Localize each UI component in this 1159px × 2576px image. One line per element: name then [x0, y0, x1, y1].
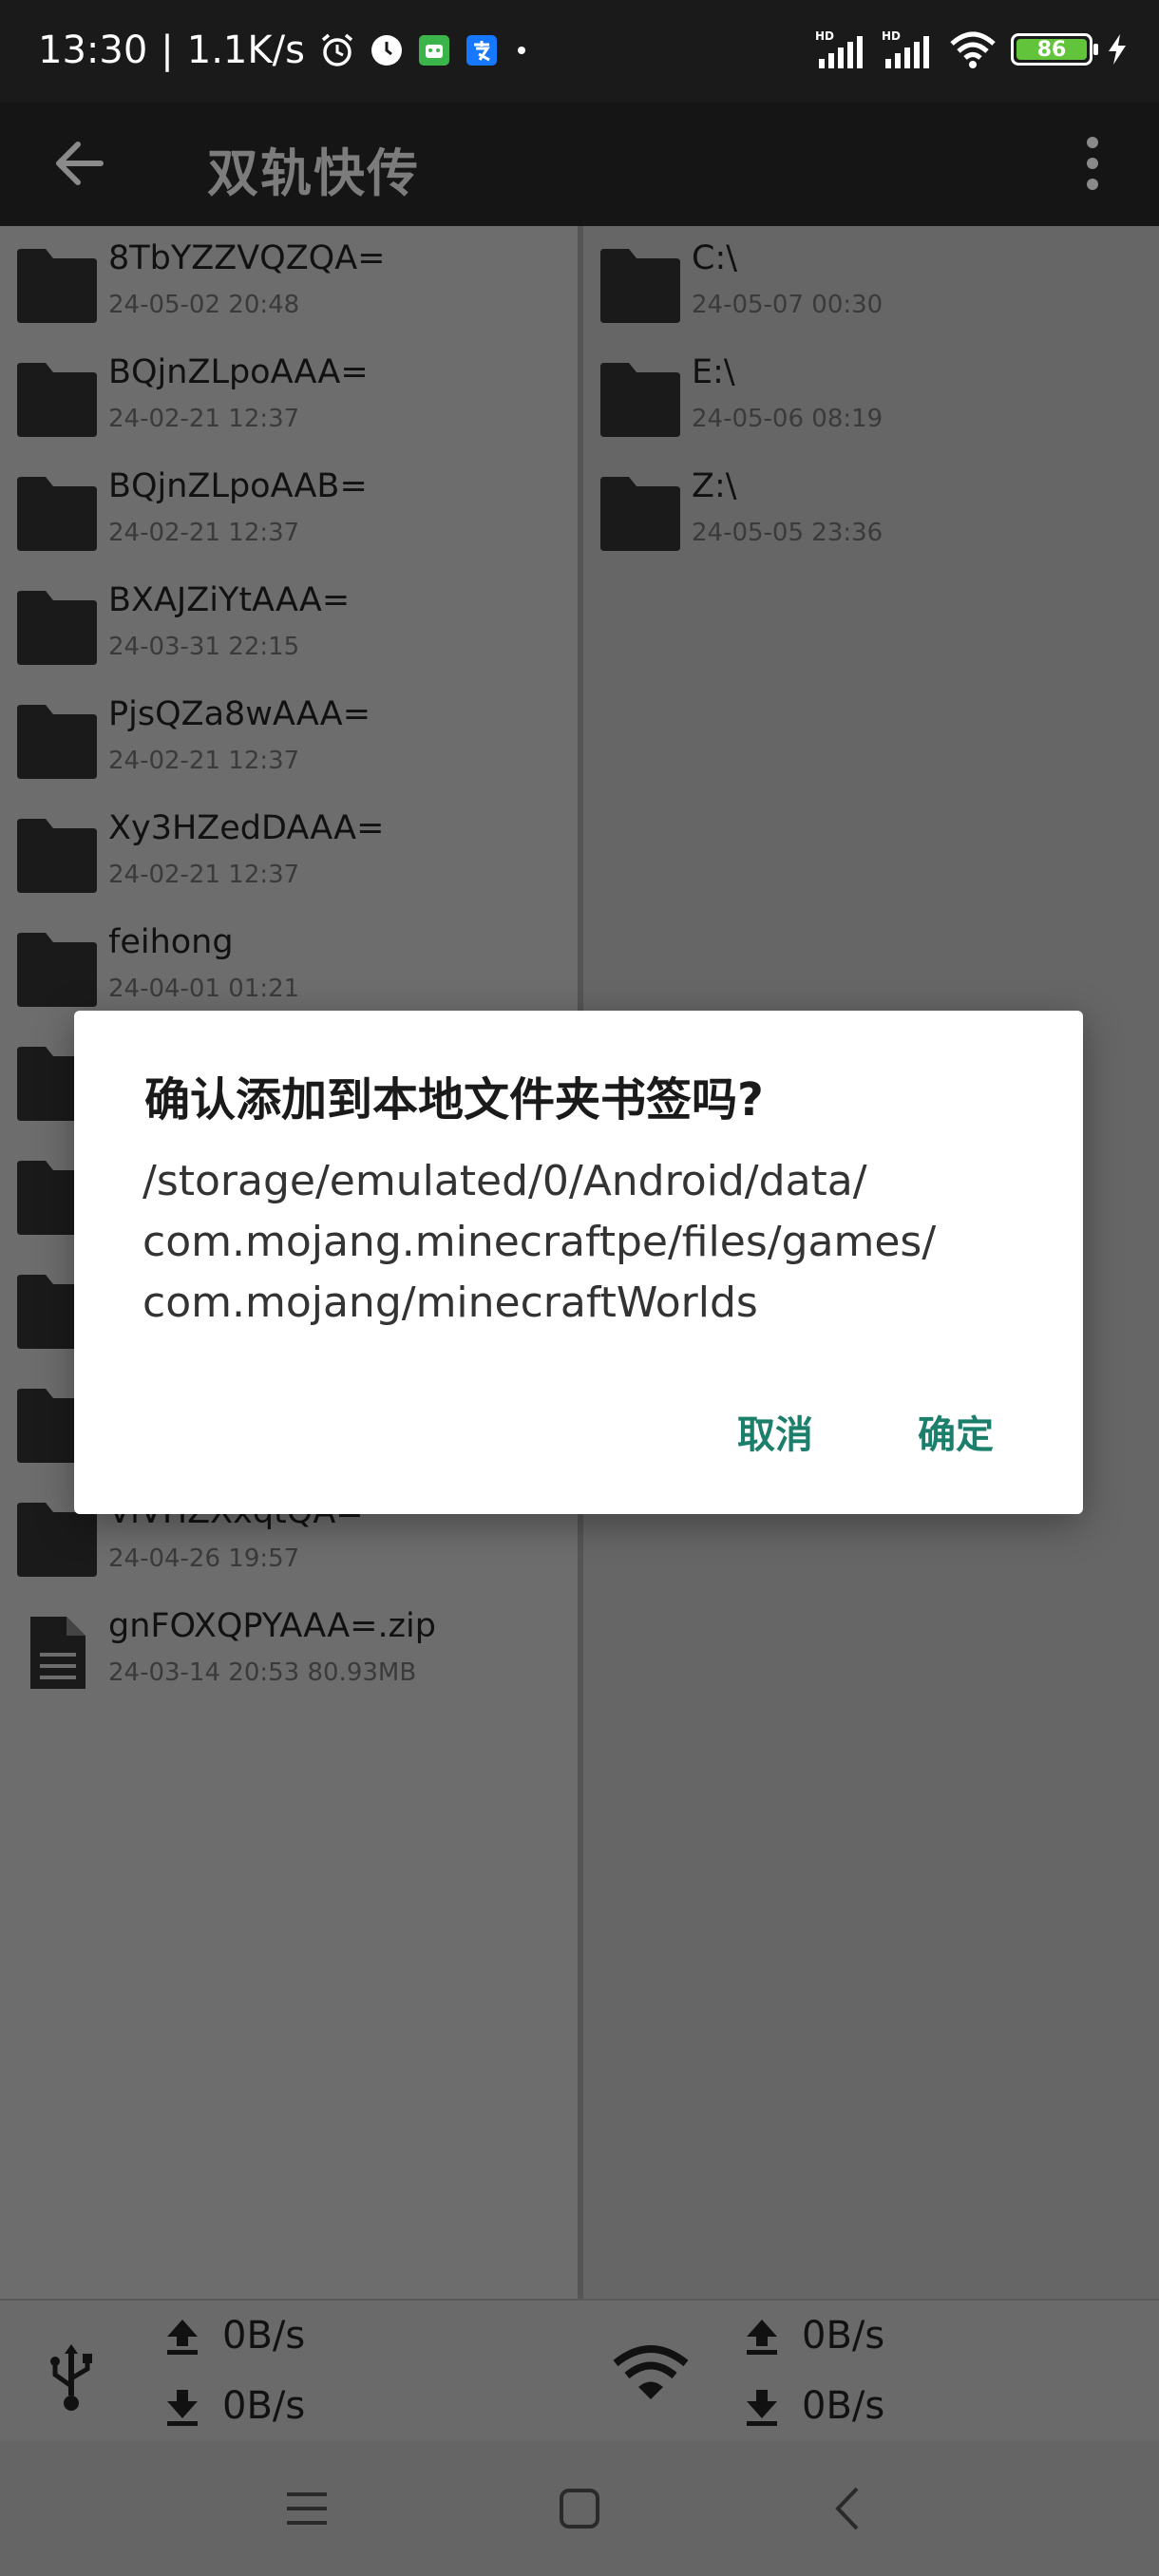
list-item[interactable]: 8TbYZZVQZQA= 24-05-02 20:48: [0, 226, 578, 340]
usb-icon: [50, 2344, 92, 2411]
download-arrow-icon: [167, 2390, 198, 2426]
svg-text:HD: HD: [882, 29, 901, 43]
folder-icon: [17, 477, 97, 551]
folder-icon: [17, 933, 97, 1007]
folder-icon: [17, 249, 97, 323]
system-nav-bar: [0, 2441, 1159, 2576]
item-name: BQjnZLpoAAA=: [108, 353, 369, 391]
item-name: 8TbYZZVQZQA=: [108, 239, 386, 277]
status-time: 13:30: [38, 28, 148, 72]
signal-2-icon: HD: [882, 28, 935, 70]
status-right: HD HD 86: [815, 28, 1129, 70]
item-meta: 24-05-06 08:19: [692, 405, 884, 433]
item-meta: 24-04-26 19:57: [108, 1544, 300, 1573]
back-icon[interactable]: [819, 2477, 882, 2540]
folder-icon: [600, 249, 680, 323]
item-meta: 24-05-05 23:36: [692, 519, 884, 547]
cancel-button[interactable]: 取消: [722, 1394, 828, 1468]
folder-icon: [17, 705, 97, 779]
wifi-upload-speed: 0B/s: [802, 2314, 885, 2358]
item-name: PjsQZa8wAAA=: [108, 695, 371, 733]
upload-arrow-icon: [747, 2320, 777, 2355]
item-name: E:\: [692, 353, 735, 391]
item-name: BQjnZLpoAAB=: [108, 467, 368, 505]
list-item[interactable]: BXAJZiYtAAA= 24-03-31 22:15: [0, 568, 578, 682]
file-document-icon: [30, 1617, 86, 1689]
item-meta: 24-02-21 12:37: [108, 861, 300, 889]
signal-1-icon: HD: [815, 28, 868, 70]
upload-arrow-icon: [167, 2320, 198, 2355]
item-meta: 24-05-02 20:48: [108, 291, 300, 319]
transfer-speed-bar: 0B/s 0B/s 0B/s 0B/s: [0, 2299, 1159, 2441]
list-item[interactable]: C:\ 24-05-07 00:30: [583, 226, 1159, 340]
status-left: 13:30 | 1.1K/s: [38, 28, 531, 72]
status-network-speed: 1.1K/s: [186, 28, 305, 72]
folder-icon: [17, 819, 97, 893]
list-item[interactable]: Z:\ 24-05-05 23:36: [583, 454, 1159, 568]
list-item[interactable]: BQjnZLpoAAA= 24-02-21 12:37: [0, 340, 578, 454]
usb-upload-speed: 0B/s: [222, 2314, 306, 2358]
status-bar: 13:30 | 1.1K/s HD HD 86: [0, 0, 1159, 103]
confirm-button[interactable]: 确定: [902, 1394, 1009, 1468]
alarm-icon: [318, 31, 356, 69]
list-item[interactable]: E:\ 24-05-06 08:19: [583, 340, 1159, 454]
alipay-icon: [465, 33, 499, 67]
item-meta: 24-04-01 01:21: [108, 975, 300, 1003]
item-name: Xy3HZedDAAA=: [108, 809, 385, 847]
item-name: Z:\: [692, 467, 737, 505]
android-app-icon: [417, 33, 451, 67]
list-item[interactable]: gnFOXQPYAAA=.zip 24-03-14 20:53 80.93MB: [0, 1594, 578, 1708]
item-name: feihong: [108, 923, 234, 961]
page-title: 双轨快传: [207, 143, 420, 203]
item-meta: 24-05-07 00:30: [692, 291, 884, 319]
dialog-title: 确认添加到本地文件夹书签吗?: [144, 1073, 764, 1127]
more-options-icon[interactable]: [1083, 129, 1102, 198]
svg-text:HD: HD: [815, 29, 834, 43]
item-name: gnFOXQPYAAA=.zip: [108, 1607, 436, 1645]
battery-level: 86: [1016, 38, 1087, 62]
wifi-download-speed: 0B/s: [802, 2384, 885, 2428]
wifi-status-icon: [948, 28, 998, 70]
list-item[interactable]: BQjnZLpoAAB= 24-02-21 12:37: [0, 454, 578, 568]
dialog-message: /storage/emulated/0/Android/data/ com.mo…: [142, 1151, 1036, 1334]
dialog-path-line: /storage/emulated/0/Android/data/: [142, 1157, 867, 1205]
dialog-path-line: com.mojang.minecraftpe/files/games/: [142, 1218, 937, 1266]
item-meta: 24-03-31 22:15: [108, 633, 300, 661]
battery-indicator: 86: [1011, 33, 1098, 66]
item-name: C:\: [692, 239, 738, 277]
bookmark-confirm-dialog: 确认添加到本地文件夹书签吗? /storage/emulated/0/Andro…: [74, 1011, 1083, 1514]
item-meta: 24-02-21 12:37: [108, 747, 300, 775]
wifi-icon: [613, 2345, 689, 2399]
home-icon[interactable]: [548, 2477, 611, 2540]
notification-dot-icon: [512, 41, 531, 60]
item-meta: 24-02-21 12:37: [108, 405, 300, 433]
folder-icon: [600, 363, 680, 437]
folder-icon: [600, 477, 680, 551]
status-separator: |: [161, 28, 174, 72]
list-item[interactable]: PjsQZa8wAAA= 24-02-21 12:37: [0, 682, 578, 796]
clock-app-icon: [370, 33, 404, 67]
item-name: BXAJZiYtAAA=: [108, 581, 351, 619]
download-arrow-icon: [747, 2390, 777, 2426]
app-bar: 双轨快传: [0, 103, 1159, 226]
dialog-path-line: com.mojang/minecraftWorlds: [142, 1279, 758, 1327]
charging-bolt-icon: [1106, 32, 1129, 66]
folder-icon: [17, 591, 97, 665]
list-item[interactable]: Xy3HZedDAAA= 24-02-21 12:37: [0, 796, 578, 910]
item-meta: 24-03-14 20:53 80.93MB: [108, 1658, 417, 1687]
menu-icon[interactable]: [276, 2477, 338, 2540]
usb-download-speed: 0B/s: [222, 2384, 306, 2428]
back-arrow-icon[interactable]: [49, 133, 110, 194]
folder-icon: [17, 363, 97, 437]
item-meta: 24-02-21 12:37: [108, 519, 300, 547]
list-item[interactable]: feihong 24-04-01 01:21: [0, 910, 578, 1024]
